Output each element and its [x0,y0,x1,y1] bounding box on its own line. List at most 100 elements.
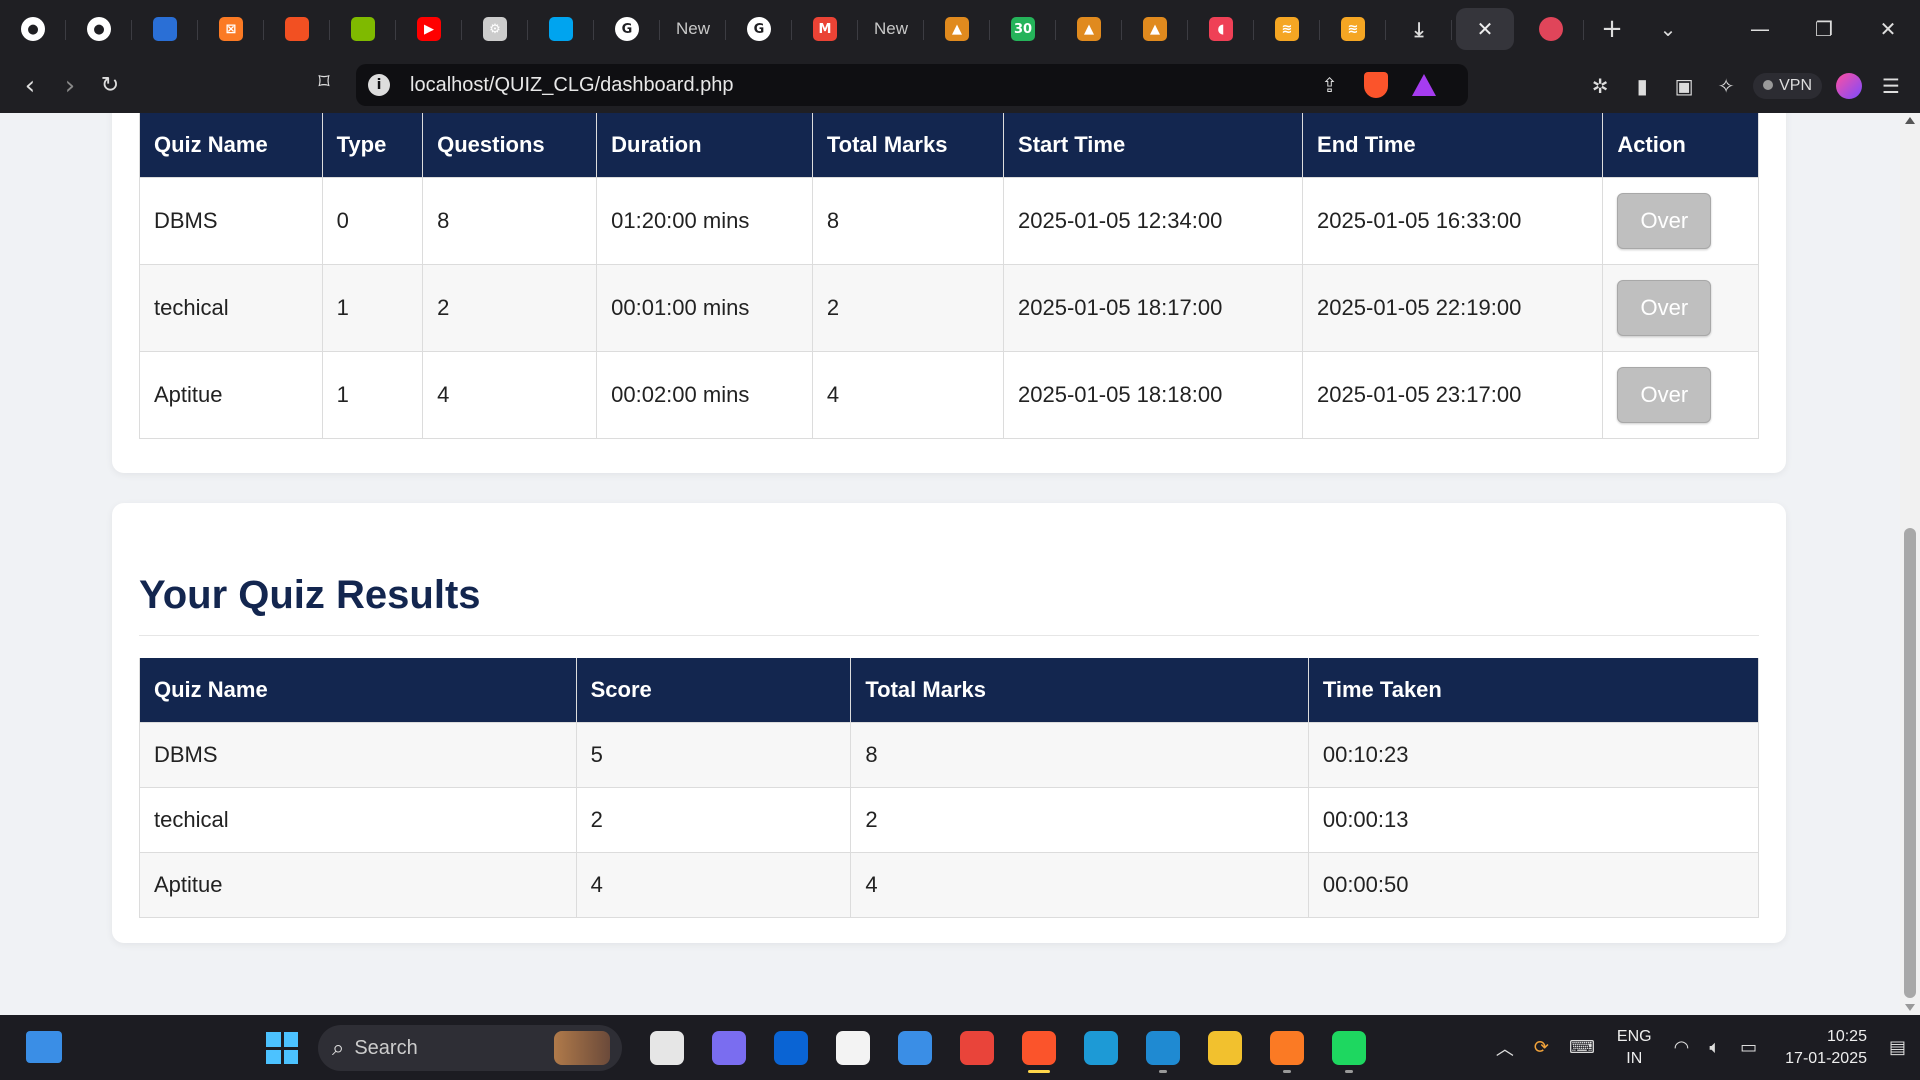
wifi-icon[interactable]: ◠ [1674,1037,1690,1058]
leo-ai-icon[interactable]: ✧ [1705,74,1747,98]
notepad-app[interactable] [884,1025,946,1071]
bookmark-icon[interactable]: ⌑ [310,70,338,100]
vpn-button[interactable]: VPN [1753,72,1822,99]
xampp-tab-favicon: ⊠ [219,17,243,41]
share-icon[interactable]: ⇪ [1321,73,1338,97]
store-app[interactable] [822,1025,884,1071]
quiz-cell: 2025-01-05 12:34:00 [1003,176,1304,265]
gmail-tab[interactable]: M [792,8,858,50]
youtube-tab[interactable]: ▶ [396,8,462,50]
start-icon[interactable] [266,1032,298,1064]
search-icon: ⌕ [332,1035,345,1061]
sync-icon[interactable]: ⟳ [1534,1037,1549,1058]
new-tab-icon[interactable]: + [1584,14,1640,44]
quiz-action-cell: Over [1602,350,1759,439]
timer-tab[interactable]: 30 [990,8,1056,50]
show-hidden-icons-icon[interactable]: ︿ [1496,1035,1514,1061]
taskbar-search[interactable]: ⌕ Search [318,1025,622,1071]
brand-tab-2[interactable]: ≋ [1320,8,1386,50]
menu-icon[interactable]: ☰ [1870,74,1912,98]
address-bar[interactable]: i localhost/QUIZ_CLG/dashboard.php ⇪ [356,64,1468,106]
widgets-icon[interactable] [26,1031,62,1063]
profile-avatar[interactable] [1836,72,1862,99]
new-tab-2[interactable]: New [858,8,924,50]
github-tab-2[interactable]: ● [66,8,132,50]
scrollbar-thumb[interactable] [1904,528,1916,998]
active-tab[interactable]: ✕ [1456,8,1514,50]
microsoft-tab-3[interactable] [528,8,594,50]
language-code: ENG [1616,1027,1652,1045]
extensions-icon[interactable]: ✲ [1579,74,1621,98]
quiz-cell: 1 [321,350,424,439]
result-cell: 00:00:13 [1307,786,1760,853]
app-tab[interactable] [132,8,198,50]
download-tab[interactable]: ⤓ [1386,8,1452,50]
close-tab-icon[interactable]: ✕ [1477,17,1494,41]
file-explorer-app[interactable] [1194,1025,1256,1071]
battery-icon[interactable]: ▭ [1740,1037,1757,1058]
xampp-icon [1270,1031,1304,1065]
quizzes-header-cell: Duration [596,113,813,178]
brand-tab[interactable]: ≋ [1254,8,1320,50]
notification-icon[interactable]: ▤ [1889,1037,1906,1058]
language-indicator[interactable]: ENG IN [1617,1026,1652,1070]
google-tab[interactable]: G [594,8,660,50]
brave-shields-icon[interactable] [1364,72,1388,98]
quiz-cell: 01:20:00 mins [596,176,813,265]
close-window-icon[interactable]: ✕ [1856,17,1920,41]
quiz-row: Aptitue 1 4 00:02:00 mins 4 2025-01-05 18:18:… [139,350,1759,439]
wallet-icon[interactable]: ▣ [1663,74,1705,98]
quizzes-table-body: DBMS 0 8 01:20:00 mins 8 2025-01-05 12:34:00 2… [139,176,1759,439]
forward-icon[interactable]: › [50,71,90,101]
google-tab-2-favicon: G [747,17,771,41]
quiz-over-button[interactable]: Over [1617,192,1712,249]
xampp-app[interactable] [1256,1025,1318,1073]
copilot-app[interactable] [698,1025,760,1071]
keyboard-icon[interactable]: ⌨ [1569,1037,1595,1058]
microsoft-tab[interactable] [264,8,330,50]
site-tab-2[interactable]: ▲ [1056,8,1122,50]
new-tab[interactable]: New [660,8,726,50]
tab-search-chevron-icon[interactable]: ⌄ [1640,17,1696,41]
clock[interactable]: 10:25 17-01-2025 [1785,1026,1867,1070]
restore-icon[interactable]: ❐ [1792,17,1856,41]
spotify-app[interactable] [1318,1025,1380,1073]
site-tab-3-favicon: ▲ [1143,17,1167,41]
url-text[interactable]: localhost/QUIZ_CLG/dashboard.php [410,74,734,97]
page-scrollbar[interactable] [1900,113,1920,1015]
minimize-icon[interactable]: — [1728,17,1792,41]
edge-app[interactable] [1070,1025,1132,1071]
quizzes-header-cell: End Time [1302,113,1604,178]
brave-app[interactable] [1008,1025,1070,1073]
quiz-row: techical 1 2 00:01:00 mins 2 2025-01-05 18:17… [139,263,1759,352]
quiz-cell: 2025-01-05 22:19:00 [1302,263,1604,352]
site-info-icon[interactable]: i [368,74,390,96]
quiz-over-button[interactable]: Over [1617,279,1712,336]
pocket-tab[interactable]: ◖ [1188,8,1254,50]
settings-tab-favicon [1539,17,1563,41]
results-table-header: Quiz Name Score Total Marks Time Taken [139,658,1760,723]
github-tab[interactable]: ● [0,8,66,50]
sidebar-icon[interactable]: ▮ [1621,74,1663,98]
brave-rewards-icon[interactable] [1412,74,1436,96]
chrome-app[interactable] [946,1025,1008,1071]
volume-icon[interactable]: 🔈︎ [1709,1037,1720,1058]
vscode-app[interactable] [1132,1025,1194,1073]
scroll-up-icon[interactable] [1905,117,1915,124]
results-header-cell: Quiz Name [139,658,577,723]
chatgpt-tab[interactable]: ⚙ [462,8,528,50]
chatgpt-tab-favicon: ⚙ [483,17,507,41]
running-indicator [1283,1070,1291,1073]
outlook-app[interactable] [760,1025,822,1071]
google-tab-2[interactable]: G [726,8,792,50]
site-tab[interactable]: ▲ [924,8,990,50]
task-view-app[interactable] [636,1025,698,1071]
quiz-over-button[interactable]: Over [1617,366,1712,423]
microsoft-tab-2[interactable] [330,8,396,50]
back-icon[interactable]: ‹ [10,71,50,101]
reload-icon[interactable]: ↻ [90,73,130,98]
xampp-tab[interactable]: ⊠ [198,8,264,50]
settings-tab[interactable] [1518,8,1584,50]
scroll-down-icon[interactable] [1905,1004,1915,1011]
site-tab-3[interactable]: ▲ [1122,8,1188,50]
